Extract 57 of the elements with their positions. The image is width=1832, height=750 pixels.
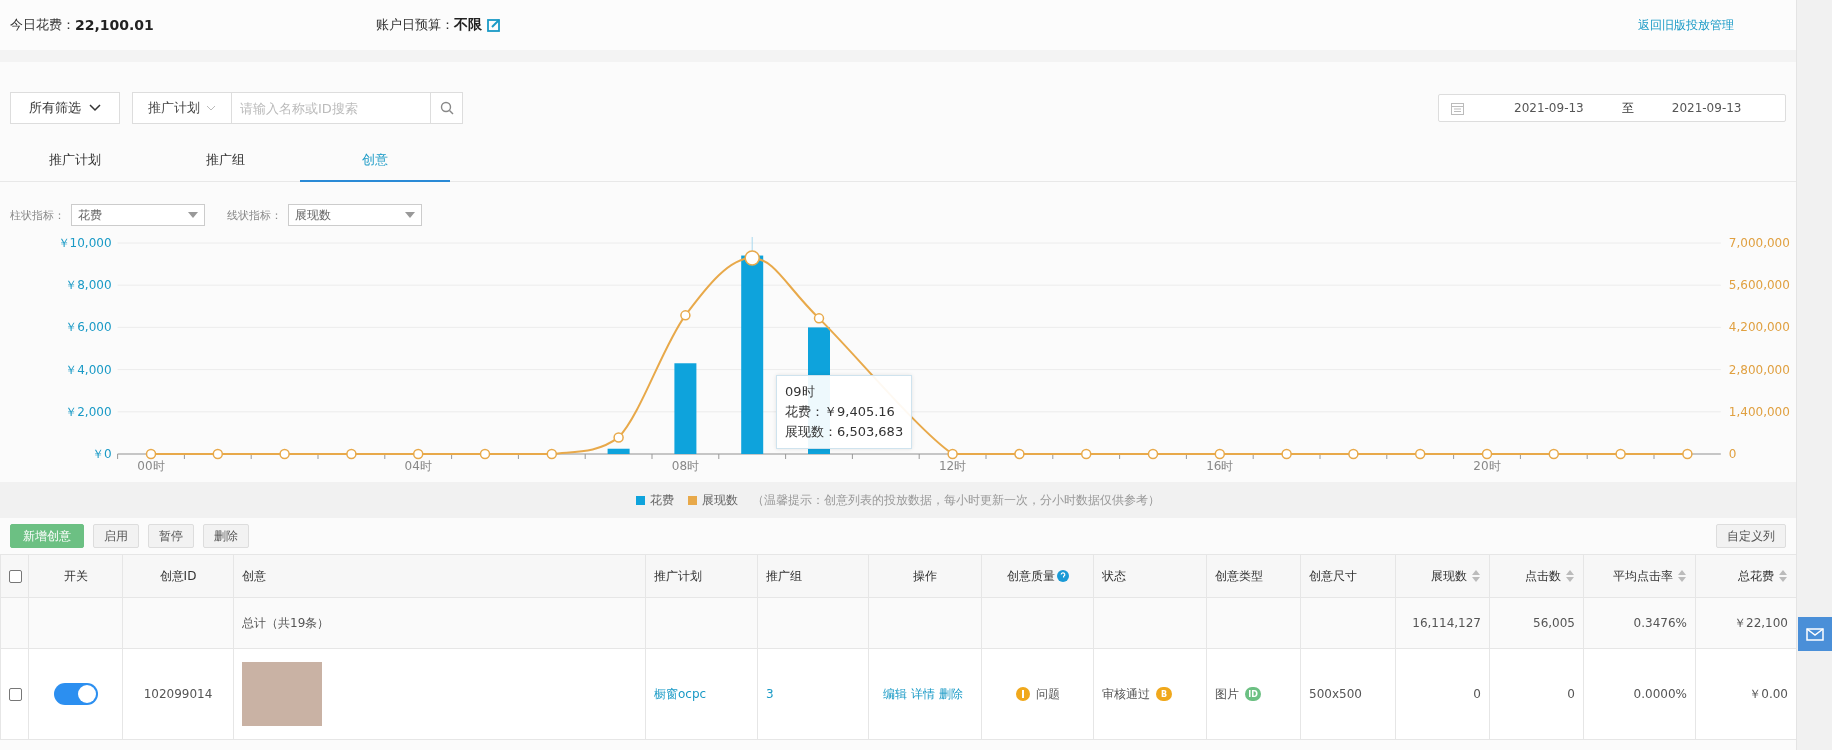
column-header: 创意ID: [122, 554, 234, 598]
end-date: 2021-09-13: [1671, 101, 1742, 115]
table-cell: ￥0.00: [1695, 648, 1797, 740]
right-axis-label: 0: [1728, 447, 1737, 461]
spend-value: 22,100.01: [75, 17, 154, 33]
tooltip-title: 09时: [785, 383, 816, 401]
x-axis-label: 00时: [137, 459, 165, 473]
table-cell: 102099014: [122, 648, 234, 740]
column-header: 开关: [28, 554, 123, 598]
column-header: 创意: [233, 554, 646, 598]
x-axis-label: 16时: [1206, 459, 1234, 473]
right-axis-label: 7,000,000: [1728, 236, 1790, 250]
table-cell: 0: [1489, 648, 1584, 740]
column-header: 推广计划: [645, 554, 758, 598]
column-header: 创意类型: [1206, 554, 1301, 598]
spend-label: 今日花费：: [10, 16, 75, 34]
right-axis-label: 4,200,000: [1728, 320, 1790, 335]
status-text: 审核通过: [1102, 686, 1150, 701]
column-header: 创意质量: [981, 554, 1094, 598]
table-cell: 0.0000%: [1583, 648, 1696, 740]
column-header: 推广组: [757, 554, 869, 598]
budget-value: 不限: [453, 16, 482, 34]
indicator-label: 柱状指标：: [10, 207, 65, 223]
x-axis-label: 04时: [404, 459, 432, 473]
y-axis-label: ￥2,000: [65, 404, 112, 419]
x-axis-label: 20时: [1473, 459, 1501, 473]
total-value: ￥22,100: [1734, 615, 1788, 630]
date-separator: 至: [1621, 99, 1634, 117]
column-header: 创意尺寸: [1300, 554, 1396, 598]
y-axis-label: ￥8,000: [65, 278, 112, 293]
table-cell: 0: [1395, 648, 1490, 740]
start-date: 2021-09-13: [1514, 101, 1584, 115]
budget-label: 账户日预算：: [375, 16, 454, 34]
right-axis-label: 5,600,000: [1728, 278, 1790, 293]
x-axis-label: 12时: [938, 459, 967, 473]
tooltip-line: 展现数：6,503,683: [785, 423, 904, 441]
column-header: 操作: [868, 554, 982, 598]
type-text: 图片: [1215, 686, 1239, 701]
total-value: 16,114,127: [1412, 616, 1481, 630]
total-value: 56,005: [1533, 616, 1575, 630]
total-value: 0.3476%: [1633, 616, 1687, 630]
y-axis-label: ￥10,000: [57, 236, 112, 250]
table-cell: 500x500: [1300, 648, 1396, 740]
total-label: 总计（共19条）: [242, 615, 330, 630]
right-axis-label: 2,800,000: [1728, 362, 1790, 377]
right-axis-label: 1,400,000: [1728, 404, 1790, 419]
quality-text: 问题: [1035, 686, 1060, 701]
y-axis-label: ￥4,000: [65, 362, 112, 377]
data-note: （温馨提示：创意列表的投放数据，每小时更新一次，分小时数据仅供参考）: [752, 491, 1160, 509]
x-axis-label: 08时: [671, 459, 700, 473]
y-axis-label: ￥6,000: [65, 320, 112, 335]
tooltip-line: 花费：￥9,405.16: [785, 403, 896, 421]
y-axis-label: ￥0: [91, 447, 112, 461]
indicator-label: 线状指标：: [227, 207, 282, 223]
type-badge: ID: [1245, 687, 1261, 701]
status-badge: B: [1156, 687, 1172, 701]
column-header: 状态: [1093, 554, 1207, 598]
